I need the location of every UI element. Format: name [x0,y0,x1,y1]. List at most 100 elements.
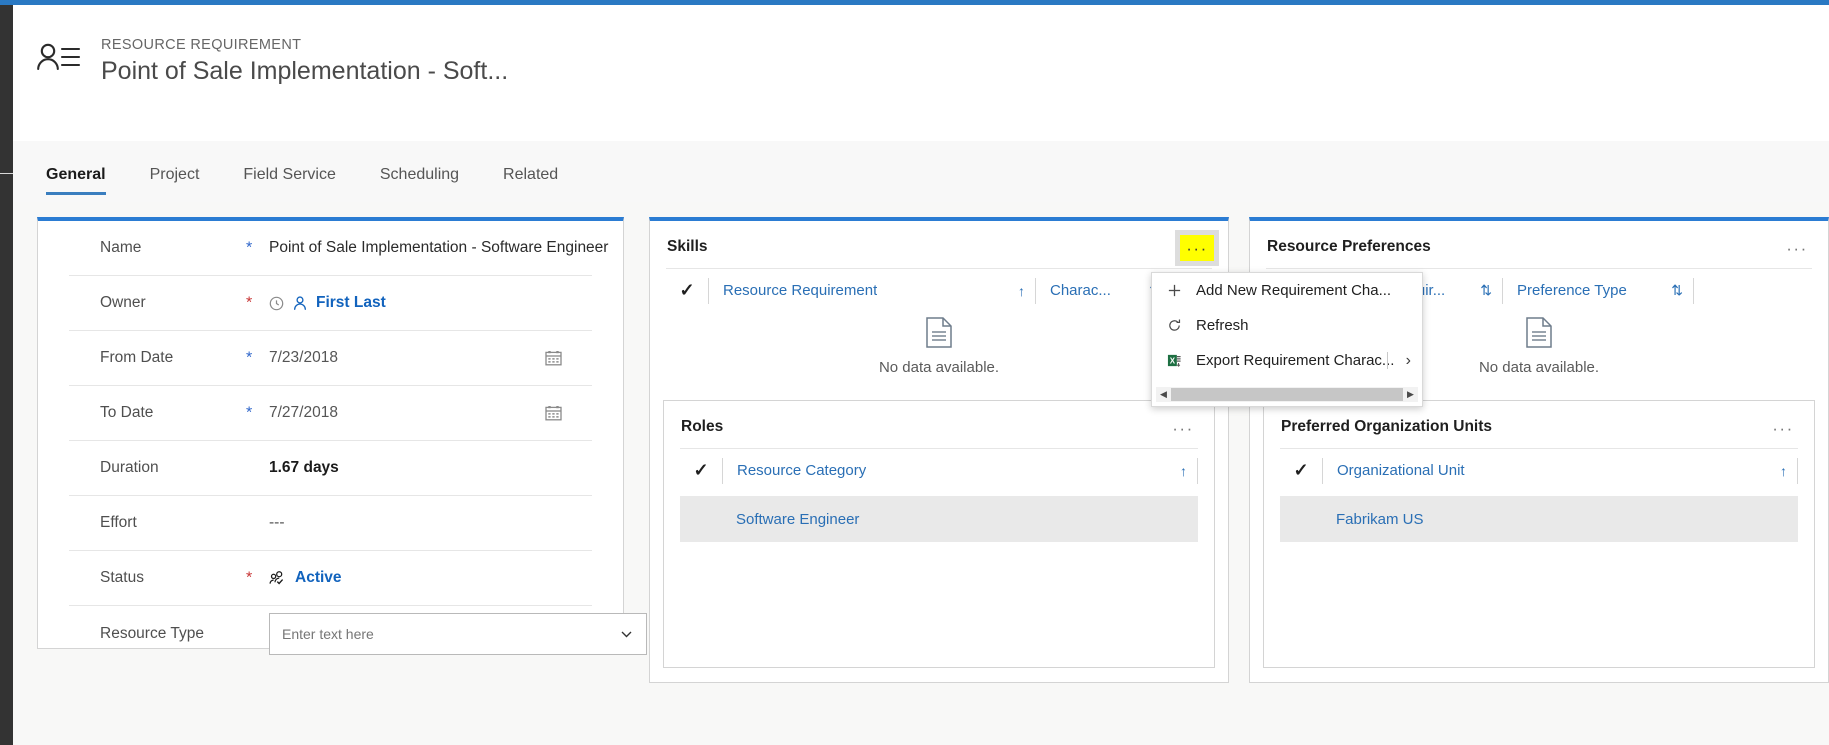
tab-project[interactable]: Project [128,161,222,189]
clock-icon [269,296,284,311]
field-text: Active [295,569,342,586]
menu-item-label: Export Requirement Charac... [1196,352,1395,369]
left-nav-rail[interactable] [0,5,13,745]
rail-divider [0,173,13,174]
org-units-column-organizational-unit[interactable]: Organizational Unit ↑ [1323,449,1797,492]
resource-requirement-icon [35,38,81,78]
chevron-down-icon[interactable] [619,626,634,641]
field-label-owner: Owner [100,294,146,311]
scroll-left-arrow-icon[interactable]: ◀ [1156,389,1171,400]
field-value-effort: --- [269,514,285,532]
plus-icon [1152,283,1196,298]
page-title: Point of Sale Implementation - Soft... [101,57,509,85]
chevron-right-icon[interactable]: › [1406,352,1411,370]
skills-command-menu: Add New Requirement Cha... Refresh X Exp… [1151,272,1423,407]
form-row-to-date: To Date * 7/27/2018 [69,386,592,441]
menu-item-refresh[interactable]: Refresh [1152,308,1422,343]
calendar-icon[interactable] [545,405,562,421]
form-row-name: Name * Point of Sale Implementation - Soft… [69,221,608,276]
tab-field-service[interactable]: Field Service [221,161,357,189]
roles-title: Roles [681,418,724,435]
preferred-organization-units-more-commands-button[interactable]: ··· [1766,415,1800,441]
field-value-from-date: 7/23/2018 [269,349,338,367]
resource-preferences-more-commands-button[interactable]: ··· [1780,235,1814,261]
field-text: 7/23/2018 [269,349,338,366]
required-indicator-to-date: * [246,404,253,422]
table-row[interactable]: Software Engineer [680,496,1198,542]
menu-horizontal-scrollbar[interactable]: ◀ ▶ [1156,387,1418,402]
roles-column-resource-category[interactable]: Resource Category ↑ [723,449,1197,492]
excel-icon: X [1152,353,1196,368]
table-row[interactable]: Fabrikam US [1280,496,1798,542]
tab-list: General Project Field Service Scheduling Rel… [24,161,580,195]
skills-empty-state: No data available. [650,317,1228,376]
roles-select-all-checkbox[interactable]: ✓ [680,460,722,481]
refresh-icon [1152,318,1196,333]
sort-ascending-icon[interactable]: ↑ [1000,283,1025,299]
resource-preferences-title: Resource Preferences [1267,238,1431,255]
entity-type-label: RESOURCE REQUIREMENT [101,37,302,53]
tab-strip: General Project Field Service Scheduling Rel… [13,140,1829,202]
resource-preferences-empty-text: No data available. [1478,359,1600,376]
required-indicator-status: * [246,569,253,587]
form-body: Name * Point of Sale Implementation - Soft… [13,202,1829,745]
field-text: Point of Sale Implementation - Software … [269,239,609,256]
tab-general[interactable]: General [24,161,128,195]
org-units-select-all-checkbox[interactable]: ✓ [1280,460,1322,481]
general-info-card: Name * Point of Sale Implementation - Soft… [37,217,647,655]
column-divider [1197,457,1198,484]
field-text: --- [269,514,285,531]
org-units-cell-organizational-unit[interactable]: Fabrikam US [1280,511,1424,528]
sort-toggle-icon[interactable]: ⇅ [1462,282,1492,299]
field-value-name: Point of Sale Implementation - Software … [269,239,608,257]
calendar-icon[interactable] [545,350,562,366]
form-row-status: Status * Active [69,551,592,606]
roles-cell-resource-category[interactable]: Software Engineer [680,511,859,528]
required-indicator-owner: * [246,294,253,312]
column-divider [1797,457,1798,484]
skills-column-resource-requirement[interactable]: Resource Requirement ↑ [709,269,1035,312]
roles-column-headers: ✓ Resource Category ↑ [680,449,1198,492]
resource-type-input[interactable]: Enter text here [269,612,647,655]
form-row-from-date: From Date * 7/23/2018 [69,331,592,386]
sort-toggle-icon[interactable]: ⇅ [1653,282,1683,299]
required-indicator-from-date: * [246,349,253,367]
form-row-resource-type: Resource Type Enter text here [69,606,647,661]
menu-item-label: Refresh [1196,317,1249,334]
roles-more-commands-button[interactable]: ··· [1166,415,1200,441]
field-text: First Last [316,294,386,311]
field-label-to-date: To Date [100,404,154,421]
menu-item-export-requirement-characteristics[interactable]: X Export Requirement Charac... › [1152,343,1422,378]
column-label: Charac... [1050,282,1111,299]
column-label: Organizational Unit [1337,462,1465,479]
column-divider [1693,277,1694,304]
roles-card: Roles ··· ✓ Resource Category ↑ Software… [663,400,1215,668]
scroll-right-arrow-icon[interactable]: ▶ [1403,389,1418,400]
field-value-to-date: 7/27/2018 [269,404,338,422]
field-label-resource-type: Resource Type [100,624,204,642]
tab-related[interactable]: Related [481,161,580,189]
app-root: RESOURCE REQUIREMENT Point of Sale Imple… [0,0,1829,745]
field-label-from-date: From Date [100,349,174,366]
team-check-icon [269,570,287,586]
field-label-status: Status [100,569,144,586]
skills-column-headers: ✓ Resource Requirement ↑ Charac... ⇅ R [666,269,1212,312]
resource-type-placeholder: Enter text here [282,625,374,642]
resource-preferences-column-preference-type[interactable]: Preference Type ⇅ [1503,269,1693,312]
scrollbar-thumb[interactable] [1171,388,1403,401]
tab-scheduling[interactable]: Scheduling [358,161,481,189]
record-header: RESOURCE REQUIREMENT Point of Sale Imple… [13,5,1829,145]
sort-ascending-icon[interactable]: ↑ [1762,463,1787,479]
form-row-duration: Duration 1.67 days [69,441,592,496]
skills-more-commands-button[interactable]: ··· [1180,235,1214,261]
svg-text:X: X [1169,357,1175,366]
menu-item-add-new-requirement-characteristic[interactable]: Add New Requirement Cha... [1152,273,1422,308]
field-value-owner[interactable]: First Last [269,294,386,312]
sort-ascending-icon[interactable]: ↑ [1162,463,1187,479]
skills-title: Skills [667,238,708,255]
preferred-organization-units-title: Preferred Organization Units [1281,418,1493,435]
document-icon [1526,317,1552,348]
skills-select-all-checkbox[interactable]: ✓ [666,280,708,301]
field-value-status[interactable]: Active [269,569,342,587]
field-label-name: Name [100,239,142,256]
